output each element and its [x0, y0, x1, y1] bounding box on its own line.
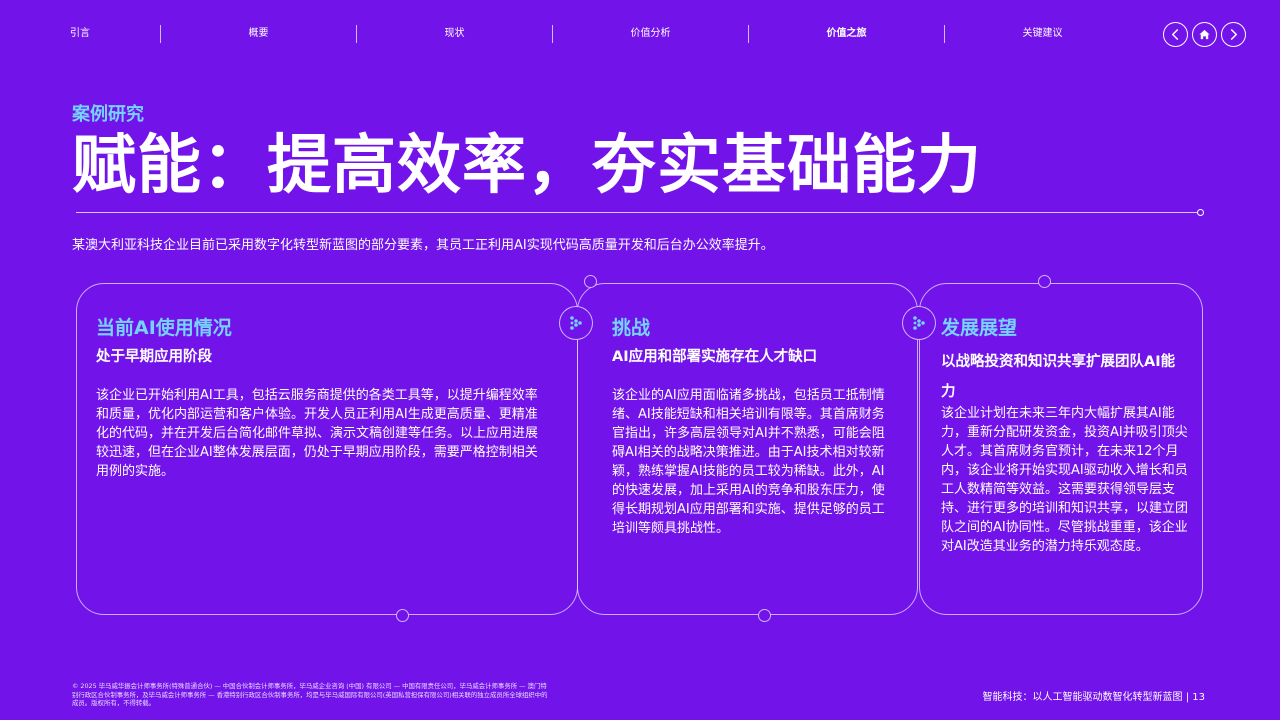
- home-icon: [1199, 29, 1210, 40]
- ai-badge-icon: [902, 306, 936, 340]
- nav-item-recommendations[interactable]: 关键建议: [945, 22, 1140, 46]
- ai-dots-icon: [913, 316, 925, 330]
- home-button[interactable]: [1192, 22, 1217, 47]
- connector-dot: [396, 609, 409, 622]
- card-title: 挑战: [612, 317, 651, 339]
- top-nav: 引言 概要 现状 价值分析 价值之旅 关键建议: [0, 22, 1140, 46]
- nav-item-overview[interactable]: 概要: [161, 22, 356, 46]
- ai-dots-icon: [570, 316, 582, 330]
- card-subtitle: 处于早期应用阶段: [96, 349, 212, 365]
- page-title: 赋能：提高效率，夯实基础能力: [72, 129, 982, 203]
- nav-buttons: [1163, 22, 1246, 47]
- card-body: 该企业已开始利用AI工具，包括云服务商提供的各类工具等，以提升编程效率和质量，优…: [96, 388, 539, 479]
- nav-item-status[interactable]: 现状: [357, 22, 552, 46]
- connector-dot: [1038, 275, 1051, 288]
- chevron-right-icon: [1230, 29, 1238, 40]
- card-subtitle: 以战略投资和知识共享扩展团队AI能力: [941, 354, 1176, 400]
- card-title: 当前AI使用情况: [96, 317, 232, 339]
- divider-end-dot: [1197, 209, 1204, 216]
- section-label: 案例研究: [72, 104, 144, 125]
- prev-page-button[interactable]: [1163, 22, 1188, 47]
- ai-badge-icon: [559, 306, 593, 340]
- nav-item-value-analysis[interactable]: 价值分析: [553, 22, 748, 46]
- nav-item-value-journey[interactable]: 价值之旅: [749, 22, 944, 46]
- connector-dot: [584, 275, 597, 288]
- chevron-left-icon: [1171, 29, 1179, 40]
- report-title: 智能科技：以人工智能驱动数智化转型新蓝图: [982, 692, 1183, 703]
- footer-report: 智能科技：以人工智能驱动数智化转型新蓝图 | 13: [983, 688, 1205, 703]
- footer-legal: © 2025 毕马威华振会计师事务所(特殊普通合伙) — 中国合伙制会计师事务所…: [72, 682, 548, 707]
- intro-text: 某澳大利亚科技企业目前已采用数字化转型新蓝图的部分要素，其员工正利用AI实现代码…: [72, 238, 774, 253]
- next-page-button[interactable]: [1221, 22, 1246, 47]
- title-divider: [76, 212, 1200, 213]
- connector-dot: [758, 609, 771, 622]
- card-body: 该企业计划在未来三年内大幅扩展其AI能力，重新分配研发资金，投资AI并吸引顶尖人…: [941, 406, 1189, 554]
- card-body: 该企业的AI应用面临诸多挑战，包括员工抵制情绪、AI技能短缺和相关培训有限等。其…: [612, 388, 885, 536]
- nav-item-intro[interactable]: 引言: [0, 22, 160, 46]
- card-subtitle: AI应用和部署实施存在人才缺口: [612, 349, 818, 365]
- card-title: 发展展望: [941, 317, 1018, 339]
- page-number: 13: [1192, 692, 1205, 703]
